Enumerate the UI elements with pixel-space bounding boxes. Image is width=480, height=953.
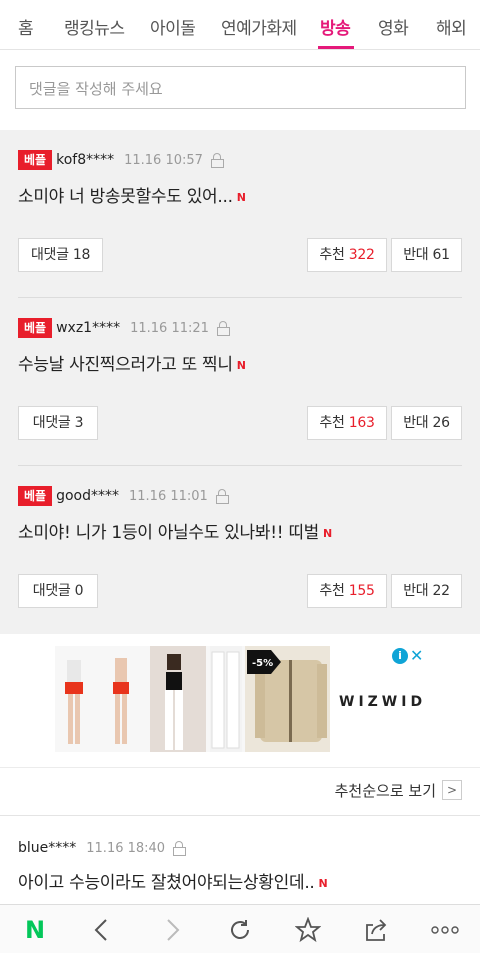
share-icon (366, 918, 387, 941)
lock-icon[interactable] (216, 321, 230, 336)
forward-button[interactable] (152, 905, 192, 953)
tab-overseas[interactable]: 해외 (436, 14, 467, 39)
like-label: 추천 (319, 583, 345, 599)
comment-text: 소미야! 니가 1등이 아닐수도 있나봐!! 띠벌 N (18, 518, 332, 543)
sort-label[interactable]: 추천순으로 보기 (335, 780, 436, 801)
lock-icon[interactable] (173, 841, 187, 856)
comment-time: 11.16 10:57 (124, 152, 203, 168)
comment-user[interactable]: blue**** (18, 840, 76, 856)
like-count: 155 (348, 583, 375, 599)
more-dots-icon (431, 925, 459, 934)
back-button[interactable] (82, 905, 122, 953)
reply-label: 대댓글 (30, 247, 69, 263)
comment-time: 11.16 18:40 (86, 840, 166, 856)
tab-broadcast[interactable]: 방송 (320, 14, 351, 39)
comment-text: 수능날 사진찍으러가고 또 찍니 N (18, 350, 246, 375)
ad-product-image[interactable]: -5% (55, 646, 330, 752)
best-comment: 베플 wxz1**** 11.16 11:21 수능날 사진찍으러가고 또 찍니… (0, 298, 480, 466)
like-label: 추천 (319, 247, 345, 263)
reply-label: 대댓글 (32, 415, 71, 431)
reply-count: 3 (74, 415, 84, 431)
best-badge: 베플 (18, 318, 53, 338)
ad-close-icon[interactable]: ✕ (410, 646, 423, 665)
bookmark-button[interactable] (288, 905, 328, 953)
new-icon: N (236, 190, 246, 204)
tab-idol[interactable]: 아이돌 (150, 14, 196, 39)
chevron-right-icon[interactable]: > (442, 780, 462, 800)
best-comments: 베플 kof8**** 11.16 10:57 소미야 너 방송못할수도 있어.… (0, 130, 480, 634)
browser-toolbar: N (0, 904, 480, 953)
ad-brand[interactable]: WIZWID (339, 694, 426, 710)
reply-button[interactable]: 대댓글 0 (18, 574, 98, 608)
like-count: 322 (348, 247, 375, 263)
reply-count: 0 (74, 583, 84, 599)
comment-item: blue**** 11.16 18:40 아이고 수능이라도 잘쳤어야되는상황인… (0, 816, 480, 904)
refresh-icon (231, 919, 249, 939)
comment-time: 11.16 11:21 (130, 320, 209, 336)
comment-body: 소미야! 니가 1등이 아닐수도 있나봐!! 띠벌 (18, 523, 320, 543)
comment-body: 아이고 수능이라도 잘쳤어야되는상황인데.. (18, 873, 315, 893)
like-button[interactable]: 추천 322 (307, 238, 387, 272)
comment-meta: 베플 good**** 11.16 11:01 (18, 486, 229, 506)
new-icon: N (318, 876, 328, 890)
like-count: 163 (348, 415, 375, 431)
page: 홈 랭킹뉴스 아이돌 연예가화제 방송 영화 해외 댓글을 작성해 주세요 베플… (0, 0, 480, 953)
new-icon: N (323, 526, 332, 540)
tab-ranking-news[interactable]: 랭킹뉴스 (64, 14, 125, 39)
dislike-button[interactable]: 반대 22 (391, 574, 462, 608)
comment-user[interactable]: good**** (56, 488, 119, 504)
naver-logo-icon: N (24, 915, 46, 944)
tab-movie[interactable]: 영화 (378, 14, 409, 39)
like-label: 추천 (319, 415, 345, 431)
comment-meta: blue**** 11.16 18:40 (18, 838, 187, 858)
ad-info-icon[interactable]: i (392, 648, 408, 664)
comment-input[interactable]: 댓글을 작성해 주세요 (15, 66, 466, 109)
best-comment: 베플 kof8**** 11.16 10:57 소미야 너 방송못할수도 있어.… (0, 130, 480, 298)
comment-time: 11.16 11:01 (129, 488, 208, 504)
lock-icon[interactable] (210, 153, 224, 168)
dislike-button[interactable]: 반대 61 (391, 238, 462, 272)
active-tab-indicator (318, 46, 354, 49)
dislike-count: 26 (432, 415, 451, 431)
star-icon (295, 916, 321, 942)
best-badge: 베플 (18, 150, 53, 170)
reply-button[interactable]: 대댓글 18 (18, 238, 103, 272)
share-button[interactable] (356, 905, 396, 953)
refresh-button[interactable] (220, 905, 260, 953)
comment-input-area: 댓글을 작성해 주세요 (0, 50, 480, 130)
sort-row: 추천순으로 보기 > (0, 768, 480, 816)
comment-body: 수능날 사진찍으러가고 또 찍니 (18, 355, 233, 375)
comment-meta: 베플 wxz1**** 11.16 11:21 (18, 318, 230, 338)
comment-text: 아이고 수능이라도 잘쳤어야되는상황인데.. N (18, 868, 328, 893)
dislike-label: 반대 (403, 247, 429, 263)
dislike-label: 반대 (403, 583, 429, 599)
category-tabs: 홈 랭킹뉴스 아이돌 연예가화제 방송 영화 해외 (0, 0, 480, 50)
comment-user[interactable]: kof8**** (56, 152, 114, 168)
best-badge: 베플 (18, 486, 53, 506)
more-button[interactable] (425, 905, 465, 953)
like-button[interactable]: 추천 155 (307, 574, 387, 608)
reply-label: 대댓글 (32, 583, 71, 599)
forward-arrow-icon (167, 918, 180, 941)
like-button[interactable]: 추천 163 (307, 406, 387, 440)
new-icon: N (236, 358, 246, 372)
tab-home[interactable]: 홈 (18, 14, 34, 39)
dislike-button[interactable]: 반대 26 (391, 406, 462, 440)
reply-count: 18 (72, 247, 91, 263)
lock-icon[interactable] (215, 489, 229, 504)
comment-body: 소미야 너 방송못할수도 있어... (18, 187, 233, 207)
dislike-count: 61 (432, 247, 451, 263)
tab-entertainment-topics[interactable]: 연예가화제 (221, 14, 297, 39)
naver-home-button[interactable]: N (15, 905, 55, 953)
dislike-label: 반대 (403, 415, 429, 431)
dislike-count: 22 (432, 583, 451, 599)
reply-button[interactable]: 대댓글 3 (18, 406, 98, 440)
best-comment: 베플 good**** 11.16 11:01 소미야! 니가 1등이 아닐수도… (0, 466, 480, 634)
comment-meta: 베플 kof8**** 11.16 10:57 (18, 150, 224, 170)
back-arrow-icon (94, 918, 107, 941)
comment-user[interactable]: wxz1**** (56, 320, 120, 336)
ad-discount: -5% (252, 658, 273, 669)
comment-text: 소미야 너 방송못할수도 있어... N (18, 182, 246, 207)
